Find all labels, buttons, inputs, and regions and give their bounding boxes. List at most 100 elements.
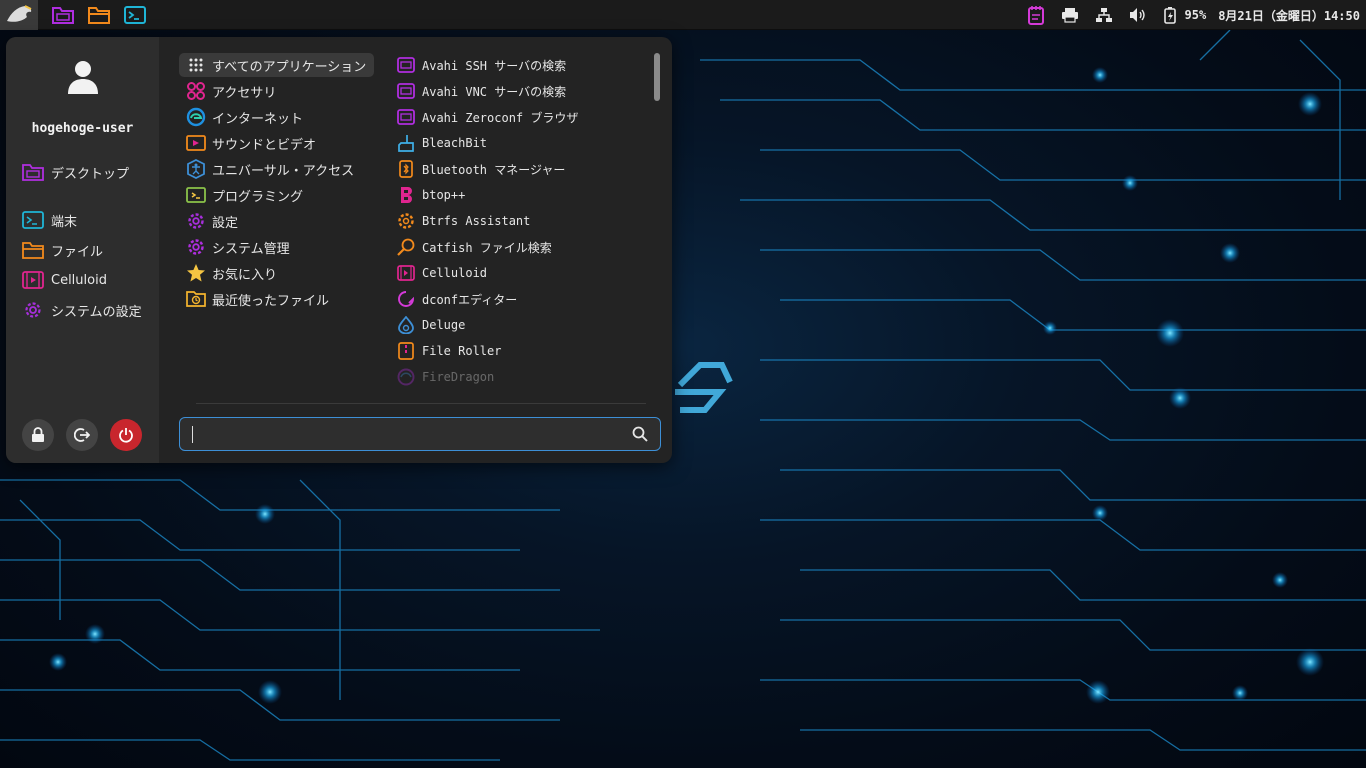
search-input[interactable] — [188, 418, 628, 450]
desktop-folder-icon — [22, 161, 44, 183]
power-icon — [119, 428, 133, 443]
volume-tray-button[interactable] — [1127, 0, 1149, 30]
category-system-administration[interactable]: システム管理 — [179, 235, 374, 259]
sidebar-item-label: デスクトップ — [51, 166, 130, 182]
eagle-logo-icon — [7, 4, 32, 22]
sidebar-item-terminal[interactable]: 端末 — [22, 208, 77, 232]
lock-icon — [32, 427, 44, 442]
app-avahi-vnc[interactable]: Avahi VNC サーバの検索 — [394, 79, 644, 103]
category-label: プログラミング — [212, 189, 304, 205]
search-icon[interactable] — [628, 422, 652, 446]
app-firedragon[interactable]: FireDragon — [394, 365, 644, 389]
app-celluloid[interactable]: Celluloid — [394, 261, 644, 285]
lock-screen-button[interactable] — [22, 419, 54, 451]
app-catfish[interactable]: Catfish ファイル検索 — [394, 235, 644, 259]
whisker-menu-button[interactable] — [0, 0, 38, 30]
star-icon — [185, 262, 207, 284]
menu-sidebar: hogehoge-user デスクトップ 端末 ファイル Celluloid シ… — [6, 37, 159, 463]
app-label: BleachBit — [422, 136, 488, 150]
network-tray-button[interactable] — [1093, 0, 1115, 30]
category-label: すべてのアプリケーション — [212, 59, 367, 75]
user-icon — [68, 61, 98, 94]
divider — [196, 403, 646, 404]
launcher-file-manager[interactable] — [84, 0, 114, 30]
logout-button[interactable] — [66, 419, 98, 451]
system-gear-icon — [185, 236, 207, 258]
battery-tray-button[interactable] — [1159, 0, 1181, 30]
distro-logo-icon — [675, 362, 733, 413]
app-avahi-ssh[interactable]: Avahi SSH サーバの検索 — [394, 53, 644, 77]
app-label: Celluloid — [422, 266, 488, 280]
settings-gear-icon — [22, 299, 44, 321]
app-bleachbit[interactable]: BleachBit — [394, 131, 644, 155]
video-player-icon — [396, 263, 416, 283]
accessories-icon — [185, 80, 207, 102]
category-programming[interactable]: プログラミング — [179, 183, 374, 207]
launcher-folder[interactable] — [48, 0, 78, 30]
username: hogehoge-user — [31, 121, 134, 136]
application-menu: hogehoge-user デスクトップ 端末 ファイル Celluloid シ… — [6, 37, 672, 463]
app-btrfs-assistant[interactable]: Btrfs Assistant — [394, 209, 644, 233]
deluge-icon — [396, 315, 416, 335]
internet-icon — [185, 106, 207, 128]
app-file-roller[interactable]: File Roller — [394, 339, 644, 363]
search-box[interactable] — [179, 417, 661, 451]
notes-tray-button[interactable] — [1025, 0, 1047, 30]
btop-icon — [396, 185, 416, 205]
folder-icon — [52, 6, 74, 24]
app-bluetooth-manager[interactable]: Bluetooth マネージャー — [394, 157, 644, 181]
app-label: FireDragon — [422, 370, 495, 384]
top-panel: 95% 8月21日（金曜日）14:50 — [0, 0, 1366, 30]
category-recent-files[interactable]: 最近使ったファイル — [179, 287, 374, 311]
category-favorites[interactable]: お気に入り — [179, 261, 374, 285]
category-sound-video[interactable]: サウンドとビデオ — [179, 131, 374, 155]
sidebar-item-label: Celluloid — [51, 272, 107, 288]
battery-charging-icon — [1163, 7, 1176, 24]
network-window-icon — [396, 107, 416, 127]
app-label: Bluetooth マネージャー — [422, 162, 566, 177]
file-manager-icon — [88, 6, 110, 24]
app-label: Avahi SSH サーバの検索 — [422, 58, 567, 73]
category-universal-access[interactable]: ユニバーサル・アクセス — [179, 157, 374, 181]
sidebar-item-celluloid[interactable]: Celluloid — [22, 268, 107, 292]
app-label: Deluge — [422, 318, 466, 332]
app-btop[interactable]: btop++ — [394, 183, 644, 207]
broom-icon — [396, 133, 416, 153]
text-cursor — [192, 426, 193, 443]
btrfs-gear-icon — [396, 211, 416, 231]
sidebar-item-system-settings[interactable]: システムの設定 — [22, 298, 142, 322]
app-label: Avahi Zeroconf ブラウザ — [422, 110, 579, 125]
wired-network-icon — [1095, 8, 1112, 22]
settings-icon — [185, 210, 207, 232]
app-list-scrollbar[interactable] — [654, 53, 660, 101]
volume-icon — [1129, 8, 1145, 22]
app-dconf-editor[interactable]: dconfエディター — [394, 287, 644, 311]
sidebar-item-desktop[interactable]: デスクトップ — [22, 160, 129, 184]
search-file-icon — [396, 237, 416, 257]
app-avahi-zeroconf[interactable]: Avahi Zeroconf ブラウザ — [394, 105, 644, 129]
terminal-icon — [22, 209, 44, 231]
clock[interactable]: 8月21日（金曜日）14:50 — [1218, 7, 1360, 24]
power-button[interactable] — [110, 419, 142, 451]
app-deluge[interactable]: Deluge — [394, 313, 644, 337]
printer-icon — [1061, 8, 1078, 23]
category-settings[interactable]: 設定 — [179, 209, 374, 233]
network-window-icon — [396, 55, 416, 75]
category-all-applications[interactable]: すべてのアプリケーション — [179, 53, 374, 77]
sidebar-item-files[interactable]: ファイル — [22, 238, 103, 262]
system-tray: 95% 8月21日（金曜日）14:50 — [1013, 0, 1360, 30]
sidebar-item-label: 端末 — [51, 214, 78, 230]
bluetooth-icon — [396, 159, 416, 179]
category-label: ユニバーサル・アクセス — [212, 163, 355, 179]
folder-icon — [22, 239, 44, 261]
printer-tray-button[interactable] — [1059, 0, 1081, 30]
launcher-terminal[interactable] — [120, 0, 150, 30]
application-list: Avahi SSH サーバの検索 Avahi VNC サーバの検索 Avahi … — [394, 53, 644, 389]
avatar[interactable] — [61, 55, 105, 99]
category-accessories[interactable]: アクセサリ — [179, 79, 374, 103]
battery-percent: 95% — [1184, 8, 1207, 22]
category-internet[interactable]: インターネット — [179, 105, 374, 129]
app-label: Avahi VNC サーバの検索 — [422, 84, 567, 99]
category-label: アクセサリ — [212, 85, 277, 101]
category-label: システム管理 — [212, 241, 290, 257]
